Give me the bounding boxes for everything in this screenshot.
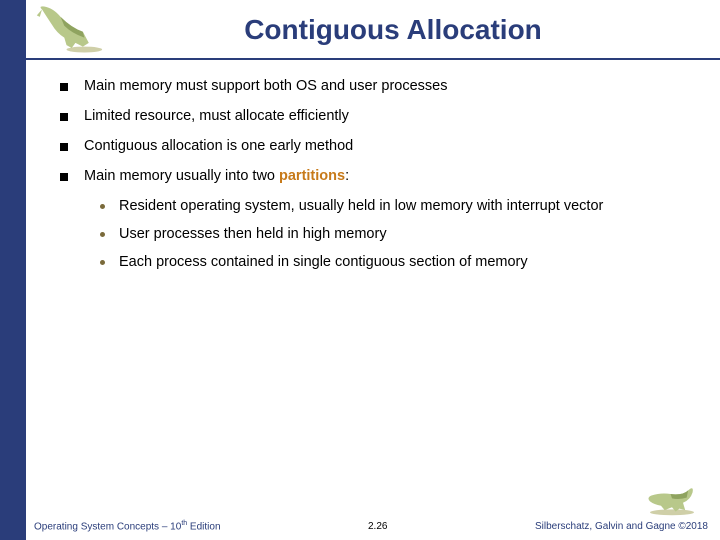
square-bullet-icon [60,83,68,91]
footer-text: 2018 [686,521,708,532]
sub-bullet-text: Each process contained in single contigu… [119,254,528,270]
bullet-text-part: Main memory usually into two [84,168,279,184]
dot-bullet-icon [100,260,105,265]
bullet-item: Limited resource, must allocate efficien… [60,108,690,124]
bullet-item: Main memory usually into two partitions: [60,168,690,184]
bullet-text: Limited resource, must allocate efficien… [84,108,349,124]
sub-bullet-text: User processes then held in high memory [119,226,387,242]
highlight-word: partitions [279,168,345,184]
footer-text: Operating System Concepts – 10 [34,521,181,532]
sub-bullet-item: Resident operating system, usually held … [100,198,690,214]
dot-bullet-icon [100,204,105,209]
bullet-text: Contiguous allocation is one early metho… [84,138,353,154]
slide-content: Main memory must support both OS and use… [60,78,690,282]
footer-left: Operating System Concepts – 10th Edition [34,520,221,532]
slide-number: 2.26 [221,521,535,532]
copyright-icon: © [678,521,685,532]
sub-bullet-item: User processes then held in high memory [100,226,690,242]
square-bullet-icon [60,143,68,151]
dot-bullet-icon [100,232,105,237]
square-bullet-icon [60,173,68,181]
bullet-text: Main memory usually into two partitions: [84,168,349,184]
footer-text: Silberschatz, Galvin and Gagne [535,521,678,532]
bullet-item: Main memory must support both OS and use… [60,78,690,94]
footer: Operating System Concepts – 10th Edition… [34,510,708,532]
footer-right: Silberschatz, Galvin and Gagne ©2018 [535,521,708,532]
sub-bullet-text: Resident operating system, usually held … [119,198,603,214]
bullet-item: Contiguous allocation is one early metho… [60,138,690,154]
footer-text: Edition [187,521,220,532]
square-bullet-icon [60,113,68,121]
sub-bullet-item: Each process contained in single contigu… [100,254,690,270]
bullet-text-part: : [345,168,349,184]
bullet-text: Main memory must support both OS and use… [84,78,447,94]
dinosaur-logo-icon [28,2,108,54]
slide-title: Contiguous Allocation [26,0,720,46]
header: Contiguous Allocation [26,0,720,60]
left-sidebar [0,0,26,540]
